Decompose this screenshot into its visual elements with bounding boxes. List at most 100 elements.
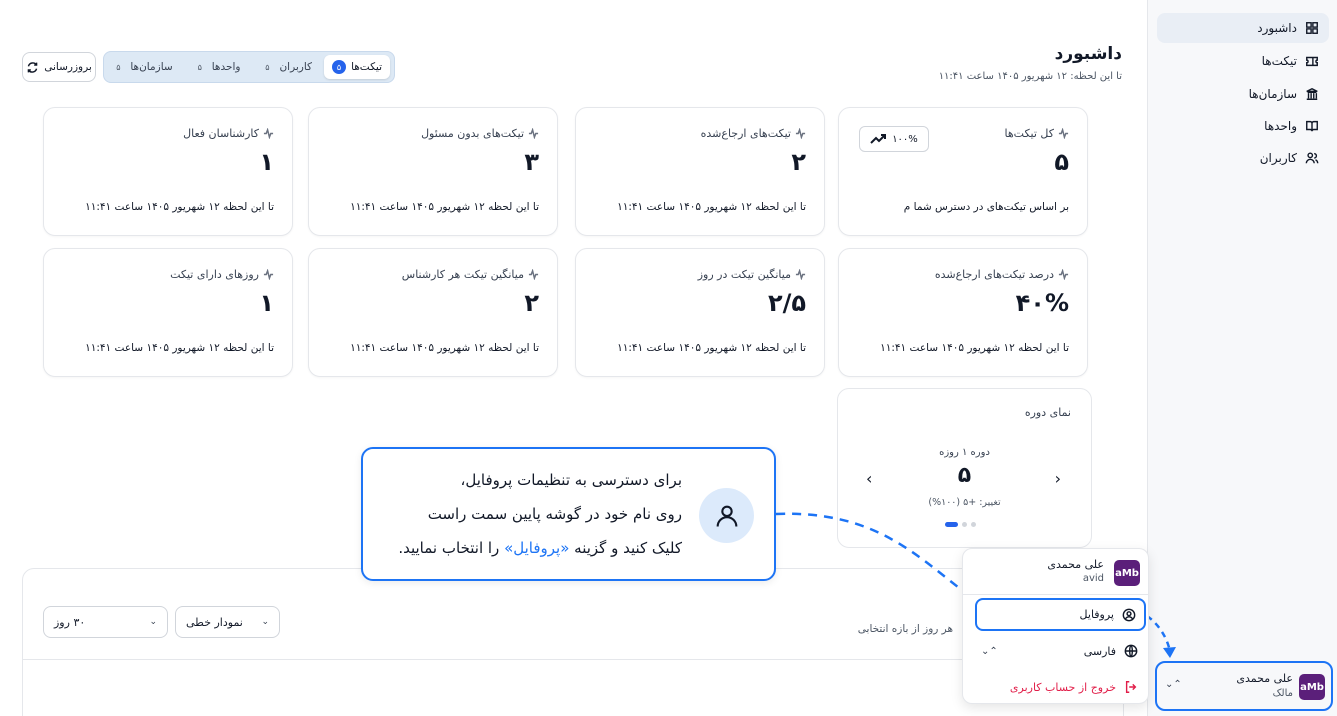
carousel-dot-active[interactable]	[945, 522, 958, 527]
tab-users[interactable]: کاربران ۵	[252, 55, 320, 79]
chevron-down-icon: ⌄	[149, 617, 157, 627]
users-icon	[1305, 152, 1319, 164]
stat-card-active-agents: کارشناسان فعال ۱ تا این لحظه ۱۲ شهریور ۱…	[43, 107, 293, 236]
stat-label: تیکت‌های بدون مسئول	[421, 127, 539, 140]
stat-footer: بر اساس تیکت‌های در دسترس شما م	[903, 201, 1069, 213]
logout-icon	[1125, 681, 1137, 693]
stat-value: ۳	[524, 148, 539, 176]
stat-value: ۲	[791, 148, 806, 176]
stat-value: ۴۰%	[1015, 289, 1069, 317]
tab-organizations[interactable]: سازمان‌ها ۵	[103, 55, 180, 79]
user-circle-icon	[1122, 608, 1136, 621]
sidebar-item-label: سازمان‌ها	[1248, 87, 1297, 101]
sidebar-item-label: کاربران	[1259, 151, 1297, 165]
menu-item-label: پروفایل	[1079, 608, 1114, 621]
tooltip-line: کلیک کنید و گزینه «پروفایل» را انتخاب نم…	[398, 539, 682, 557]
stat-footer: تا این لحظه ۱۲ شهریور ۱۴۰۵ ساعت ۱۱:۴۱	[350, 342, 539, 354]
stat-value: ۲	[524, 289, 539, 317]
stat-label-text: تیکت‌های بدون مسئول	[421, 127, 524, 140]
stat-label-text: کارشناسان فعال	[183, 127, 259, 140]
activity-icon	[1058, 269, 1069, 280]
sidebar-item-units[interactable]: واحدها	[1157, 111, 1329, 141]
chevron-updown-icon: ⌃⌄	[981, 645, 998, 657]
entity-tabs: تیکت‌ها ۵ کاربران ۵ واحدها ۵ سازمان‌ها ۵	[103, 51, 395, 83]
stat-card-referred-percent: درصد تیکت‌های ارجاع‌شده ۴۰% تا این لحظه …	[838, 248, 1088, 377]
tab-label: تیکت‌ها	[351, 61, 382, 73]
menu-item-language[interactable]: فارسی ⌃⌄	[975, 640, 1146, 662]
user-name: علی محمدی	[1236, 672, 1293, 685]
sidebar-user-button[interactable]: aMb علی محمدی مالک ⌃⌄	[1155, 661, 1333, 711]
activity-icon	[528, 269, 539, 280]
sidebar-item-label: واحدها	[1264, 119, 1297, 133]
activity-icon	[263, 269, 274, 280]
tab-units[interactable]: واحدها ۵	[185, 55, 249, 79]
period-next-arrow-icon[interactable]: ›	[866, 469, 872, 488]
sidebar-item-label: داشبورد	[1257, 21, 1297, 35]
stat-footer: تا این لحظه ۱۲ شهریور ۱۴۰۵ ساعت ۱۱:۴۱	[350, 201, 539, 213]
stat-label-text: میانگین تیکت در روز	[697, 268, 791, 281]
range-select[interactable]: ⌄ ۳۰ روز	[43, 606, 168, 638]
stat-value: ۱	[259, 289, 274, 317]
menu-item-label: خروج از حساب کاربری	[1009, 680, 1116, 694]
stat-card-unassigned-tickets: تیکت‌های بدون مسئول ۳ تا این لحظه ۱۲ شهر…	[308, 107, 558, 236]
stat-label-text: کل تیکت‌ها	[1004, 127, 1054, 140]
stat-card-avg-per-day: میانگین تیکت در روز ۲/۵ تا این لحظه ۱۲ ش…	[575, 248, 825, 377]
tab-count-badge: ۵	[116, 62, 121, 72]
tab-label: سازمان‌ها	[130, 61, 173, 73]
sidebar-item-dashboard[interactable]: داشبورد	[1157, 13, 1329, 43]
user-role: مالک	[1272, 688, 1293, 699]
tab-label: کاربران	[279, 61, 313, 73]
stat-card-days-with-tickets: روزهای دارای تیکت ۱ تا این لحظه ۱۲ شهریو…	[43, 248, 293, 377]
trend-percent: ۱۰۰%	[892, 133, 918, 145]
stat-label-text: میانگین تیکت هر کارشناس	[401, 268, 524, 281]
tab-count-badge: ۵	[332, 60, 347, 74]
sidebar-item-tickets[interactable]: تیکت‌ها	[1157, 46, 1329, 76]
period-view-card: نمای دوره دوره ۱ روزه ۵ تغییر: +۵ (۱۰۰%)…	[837, 388, 1092, 548]
tooltip-text: را انتخاب نمایید.	[398, 539, 505, 557]
chart-type-value: نمودار خطی	[186, 615, 243, 629]
user-illustration	[699, 488, 754, 543]
stat-value: ۵	[1054, 148, 1069, 176]
stat-card-avg-per-agent: میانگین تیکت هر کارشناس ۲ تا این لحظه ۱۲…	[308, 248, 558, 377]
sidebar-item-organizations[interactable]: سازمان‌ها	[1157, 79, 1329, 109]
page-subtitle: تا این لحظه: ۱۲ شهریور ۱۴۰۵ ساعت ۱۱:۴۱	[938, 71, 1122, 82]
chart-hint: هر روز از بازه انتخابی	[857, 623, 953, 635]
trend-badge: ۱۰۰%	[859, 126, 929, 152]
period-prev-arrow-icon[interactable]: ‹	[1055, 469, 1061, 488]
tab-tickets[interactable]: تیکت‌ها ۵	[324, 55, 390, 79]
chart-type-select[interactable]: ⌄ نمودار خطی	[175, 606, 280, 638]
refresh-icon	[27, 61, 38, 73]
menu-user-name: علی محمدی	[1047, 558, 1104, 571]
tab-count-badge: ۵	[265, 62, 270, 72]
stat-label-text: درصد تیکت‌های ارجاع‌شده	[934, 268, 1054, 281]
activity-icon	[795, 128, 806, 139]
stat-label: درصد تیکت‌های ارجاع‌شده	[935, 268, 1069, 281]
tooltip-line: برای دسترسی به تنظیمات پروفایل،	[460, 471, 682, 489]
stat-footer: تا این لحظه ۱۲ شهریور ۱۴۰۵ ساعت ۱۱:۴۱	[85, 342, 274, 354]
sidebar-item-users[interactable]: کاربران	[1157, 143, 1329, 173]
help-tooltip: برای دسترسی به تنظیمات پروفایل، روی نام …	[361, 447, 776, 581]
menu-item-logout[interactable]: خروج از حساب کاربری	[975, 676, 1146, 698]
stat-label-text: تیکت‌های ارجاع‌شده	[700, 127, 791, 140]
stat-label-text: روزهای دارای تیکت	[170, 268, 259, 281]
stat-footer: تا این لحظه ۱۲ شهریور ۱۴۰۵ ساعت ۱۱:۴۱	[880, 342, 1069, 354]
refresh-label: بروزرسانی	[44, 61, 92, 73]
ticket-icon	[1306, 56, 1318, 67]
menu-item-profile[interactable]: پروفایل	[975, 598, 1146, 631]
carousel-dot[interactable]	[971, 522, 976, 527]
period-value: ۵	[957, 463, 972, 488]
period-title: نمای دوره	[1024, 406, 1071, 419]
period-change: تغییر: +۵ (۱۰۰%)	[928, 497, 1001, 508]
tooltip-text: کلیک کنید و گزینه	[569, 539, 682, 557]
building-icon	[1306, 87, 1318, 100]
chevron-down-icon: ⌄	[261, 617, 269, 627]
stat-value: ۲/۵	[767, 289, 806, 317]
carousel-dots	[945, 522, 976, 527]
avatar: aMb	[1299, 674, 1325, 700]
period-label: دوره ۱ روزه	[939, 447, 990, 458]
divider	[23, 659, 1123, 660]
chevron-updown-icon: ⌃⌄	[1165, 679, 1182, 690]
carousel-dot[interactable]	[962, 522, 967, 527]
refresh-button[interactable]: بروزرسانی	[22, 52, 96, 82]
tab-label: واحدها	[211, 61, 241, 73]
